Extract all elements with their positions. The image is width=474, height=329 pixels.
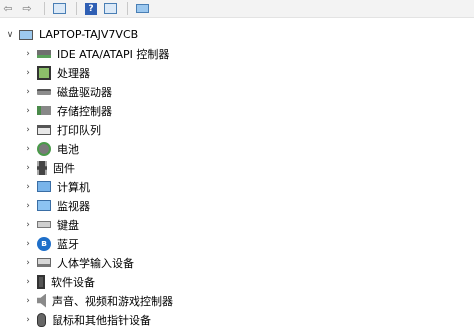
chevron-right-icon[interactable]: › [22, 163, 34, 173]
chevron-right-icon[interactable]: › [22, 87, 34, 97]
firmware-icon [37, 160, 47, 175]
tree-item-storage-controller[interactable]: › 存储控制器 [22, 101, 112, 120]
laptop-icon [19, 29, 33, 40]
ide-controller-icon [37, 49, 51, 58]
hid-icon [37, 258, 51, 267]
tree-item-label: IDE ATA/ATAPI 控制器 [57, 47, 170, 61]
tree-item-disk-drive[interactable]: › 磁盘驱动器 [22, 82, 112, 101]
tree-item-bluetooth[interactable]: › ʙ 蓝牙 [22, 234, 79, 253]
show-hidden-button[interactable] [102, 1, 118, 16]
help-button[interactable]: ? [83, 1, 99, 16]
chevron-right-icon[interactable]: › [22, 106, 34, 116]
tree-item-label: 固件 [53, 161, 75, 175]
computer-name: LAPTOP-TAJV7VCB [39, 28, 139, 41]
back-arrow-icon: ⇦ [3, 2, 13, 15]
chevron-right-icon[interactable]: › [22, 296, 34, 306]
chevron-down-icon[interactable]: ∨ [4, 30, 16, 40]
tree-item-battery[interactable]: › 电池 [22, 139, 79, 158]
tree-item-label: 声音、视频和游戏控制器 [52, 294, 173, 308]
tree-item-sound[interactable]: › 声音、视频和游戏控制器 [22, 291, 173, 310]
chevron-right-icon[interactable]: › [22, 182, 34, 192]
computer-icon [37, 181, 51, 192]
tree-item-label: 电池 [57, 142, 79, 156]
mouse-icon [37, 312, 46, 327]
sound-icon [37, 293, 46, 308]
tree-root[interactable]: ∨ LAPTOP-TAJV7VCB [4, 25, 138, 44]
tree-item-label: 软件设备 [51, 275, 95, 289]
chevron-right-icon[interactable]: › [22, 258, 34, 268]
bluetooth-icon: ʙ [37, 236, 51, 251]
storage-controller-icon [37, 106, 51, 115]
tree-item-processor[interactable]: › 处理器 [22, 63, 90, 82]
tree-item-software-device[interactable]: › 软件设备 [22, 272, 95, 291]
toolbar-separator [76, 2, 77, 15]
printer-icon [37, 124, 51, 135]
scan-hardware-button[interactable] [134, 1, 150, 16]
chevron-right-icon[interactable]: › [22, 49, 34, 59]
monitor-icon [37, 200, 51, 211]
tree-item-label: 蓝牙 [57, 237, 79, 251]
chevron-right-icon[interactable]: › [22, 68, 34, 78]
toolbar: ⇦ ⇨ ? [0, 0, 474, 18]
software-device-icon [37, 274, 45, 289]
chevron-right-icon[interactable]: › [22, 315, 34, 325]
tree-item-label: 磁盘驱动器 [57, 85, 112, 99]
chevron-right-icon[interactable]: › [22, 144, 34, 154]
tree-item-label: 监视器 [57, 199, 90, 213]
chevron-right-icon[interactable]: › [22, 125, 34, 135]
window-icon [52, 3, 66, 14]
tree-item-ide-controller[interactable]: › IDE ATA/ATAPI 控制器 [22, 44, 169, 63]
chevron-right-icon[interactable]: › [22, 239, 34, 249]
processor-icon [37, 65, 51, 80]
battery-icon [37, 141, 51, 156]
tree-item-label: 计算机 [57, 180, 90, 194]
tree-item-mouse[interactable]: › 鼠标和其他指针设备 [22, 310, 151, 329]
chevron-right-icon[interactable]: › [22, 201, 34, 211]
tree-item-firmware[interactable]: › 固件 [22, 158, 75, 177]
back-button[interactable]: ⇦ [0, 1, 16, 16]
keyboard-icon [37, 221, 51, 228]
forward-button[interactable]: ⇨ [19, 1, 35, 16]
tree-item-computer[interactable]: › 计算机 [22, 177, 90, 196]
help-icon: ? [85, 2, 97, 15]
tree-item-label: 鼠标和其他指针设备 [52, 313, 151, 327]
tree-item-label: 人体学输入设备 [57, 256, 134, 270]
disk-drive-icon [37, 88, 51, 95]
tree-item-label: 键盘 [57, 218, 79, 232]
forward-arrow-icon: ⇨ [22, 2, 32, 15]
tree-item-label: 存储控制器 [57, 104, 112, 118]
tree-item-hid[interactable]: › 人体学输入设备 [22, 253, 134, 272]
properties-button[interactable] [51, 1, 67, 16]
tree-item-label: 处理器 [57, 66, 90, 80]
chevron-right-icon[interactable]: › [22, 277, 34, 287]
chevron-right-icon[interactable]: › [22, 220, 34, 230]
tree-item-keyboard[interactable]: › 键盘 [22, 215, 79, 234]
toolbar-separator [44, 2, 45, 15]
tree-item-print-queue[interactable]: › 打印队列 [22, 120, 101, 139]
window-icon [103, 3, 117, 14]
toolbar-separator [127, 2, 128, 15]
tree-item-monitor[interactable]: › 监视器 [22, 196, 90, 215]
monitor-icon [135, 4, 149, 13]
tree-item-label: 打印队列 [57, 123, 101, 137]
